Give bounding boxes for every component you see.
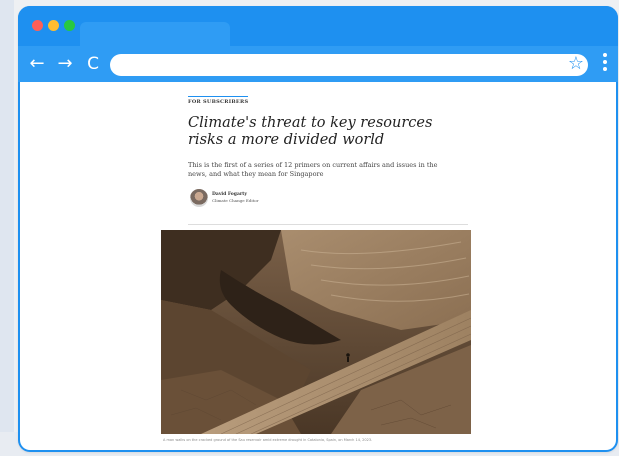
navigation-bar: ← → C ☆ (18, 46, 618, 82)
author-avatar (190, 189, 208, 207)
photo-caption: A man walks on the cracked ground of the… (163, 438, 373, 442)
article-standfirst: This is the first of a series of 12 prim… (188, 161, 438, 178)
byline: David Fogarty Climate Change Editor (188, 189, 458, 211)
menu-dot (603, 60, 607, 64)
menu-dot (603, 53, 607, 57)
title-bar (18, 6, 618, 52)
subscriber-label: FOR SUBSCRIBERS (188, 96, 249, 105)
minimize-window-button[interactable] (48, 20, 59, 31)
author-name[interactable]: David Fogarty (212, 192, 247, 197)
kebab-menu-icon[interactable] (600, 50, 610, 78)
article-header: FOR SUBSCRIBERS Climate's threat to key … (188, 88, 458, 211)
forward-arrow-icon[interactable]: → (54, 52, 76, 76)
article-headline[interactable]: Climate's threat to key resources risks … (188, 115, 458, 149)
close-window-button[interactable] (32, 20, 43, 31)
reload-icon[interactable]: C (82, 52, 104, 76)
address-bar[interactable]: ☆ (110, 53, 588, 76)
background-left-band (0, 0, 14, 456)
browser-window: ← → C ☆ FOR SUBSCRIBERS Climate's threat… (18, 6, 618, 452)
back-arrow-icon[interactable]: ← (26, 52, 48, 76)
author-role: Climate Change Editor (212, 198, 259, 203)
page-content: FOR SUBSCRIBERS Climate's threat to key … (20, 82, 616, 450)
maximize-window-button[interactable] (64, 20, 75, 31)
bookmark-star-icon[interactable]: ☆ (568, 53, 584, 75)
header-divider (188, 224, 468, 225)
article-photo (161, 230, 471, 434)
drought-reservoir-image (161, 230, 471, 434)
menu-dot (603, 67, 607, 71)
